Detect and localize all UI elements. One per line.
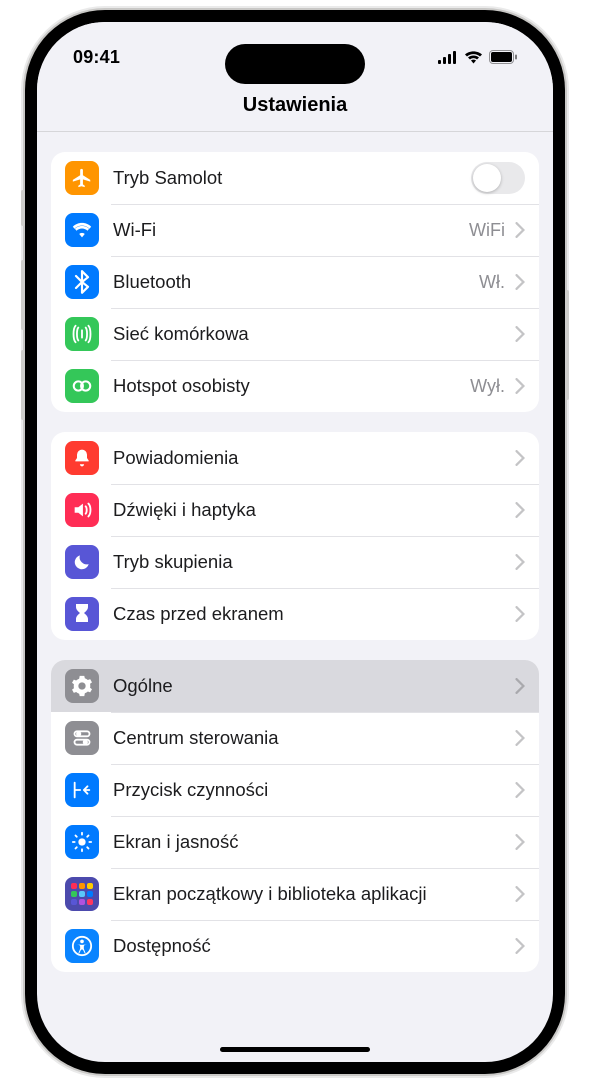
row-label: Bluetooth — [113, 271, 479, 293]
chevron-right-icon — [515, 938, 525, 954]
row-control-center[interactable]: Centrum sterowania — [51, 712, 539, 764]
row-label: Sieć komórkowa — [113, 323, 511, 345]
row-airplane-mode[interactable]: Tryb Samolot — [51, 152, 539, 204]
moon-icon — [65, 545, 99, 579]
speaker-icon — [65, 493, 99, 527]
wifi-icon — [65, 213, 99, 247]
row-label: Ogólne — [113, 675, 511, 697]
hotspot-icon — [65, 369, 99, 403]
chevron-right-icon — [515, 502, 525, 518]
chevron-right-icon — [515, 554, 525, 570]
action-button-icon — [65, 773, 99, 807]
chevron-right-icon — [515, 606, 525, 622]
status-indicators — [438, 50, 517, 64]
section-connectivity: Tryb Samolot Wi-Fi WiFi Bluetooth — [51, 152, 539, 412]
airplane-icon — [65, 161, 99, 195]
wifi-status-icon — [464, 50, 483, 64]
chevron-right-icon — [515, 782, 525, 798]
row-value: Wył. — [470, 376, 505, 397]
battery-icon — [489, 50, 517, 64]
chevron-right-icon — [515, 274, 525, 290]
nav-header: Ustawienia — [37, 84, 553, 132]
cellular-icon — [65, 317, 99, 351]
hourglass-icon — [65, 597, 99, 631]
bell-icon — [65, 441, 99, 475]
power-button — [565, 290, 569, 400]
row-label: Tryb skupienia — [113, 551, 511, 573]
chevron-right-icon — [515, 450, 525, 466]
row-home-screen[interactable]: Ekran początkowy i biblioteka aplikacji — [51, 868, 539, 920]
screen: 09:41 Ustawienia Tryb Samolot — [37, 22, 553, 1062]
chevron-right-icon — [515, 730, 525, 746]
row-label: Ekran początkowy i biblioteka aplikacji — [113, 883, 511, 905]
brightness-icon — [65, 825, 99, 859]
page-title: Ustawienia — [37, 94, 553, 117]
section-attention: Powiadomienia Dźwięki i haptyka Tryb sku… — [51, 432, 539, 640]
row-label: Wi-Fi — [113, 219, 469, 241]
accessibility-icon — [65, 929, 99, 963]
row-label: Dostępność — [113, 935, 511, 957]
row-action-button[interactable]: Przycisk czynności — [51, 764, 539, 816]
row-accessibility[interactable]: Dostępność — [51, 920, 539, 972]
row-general[interactable]: Ogólne — [51, 660, 539, 712]
home-indicator[interactable] — [220, 1047, 370, 1052]
row-display[interactable]: Ekran i jasność — [51, 816, 539, 868]
row-label: Powiadomienia — [113, 447, 511, 469]
row-sounds[interactable]: Dźwięki i haptyka — [51, 484, 539, 536]
row-label: Ekran i jasność — [113, 831, 511, 853]
apps-grid-icon — [65, 877, 99, 911]
row-label: Tryb Samolot — [113, 167, 471, 189]
chevron-right-icon — [515, 222, 525, 238]
row-label: Dźwięki i haptyka — [113, 499, 511, 521]
dynamic-island — [225, 44, 365, 84]
volume-up-button — [21, 260, 25, 330]
device-frame: 09:41 Ustawienia Tryb Samolot — [25, 10, 565, 1074]
mute-switch — [21, 190, 25, 226]
row-wifi[interactable]: Wi-Fi WiFi — [51, 204, 539, 256]
sliders-icon — [65, 721, 99, 755]
chevron-right-icon — [515, 834, 525, 850]
section-general: Ogólne Centrum sterowania Przycisk czynn… — [51, 660, 539, 972]
row-label: Centrum sterowania — [113, 727, 511, 749]
chevron-right-icon — [515, 678, 525, 694]
row-focus[interactable]: Tryb skupienia — [51, 536, 539, 588]
row-screentime[interactable]: Czas przed ekranem — [51, 588, 539, 640]
row-label: Przycisk czynności — [113, 779, 511, 801]
chevron-right-icon — [515, 886, 525, 902]
chevron-right-icon — [515, 326, 525, 342]
status-time: 09:41 — [73, 47, 120, 68]
volume-down-button — [21, 350, 25, 420]
row-label: Czas przed ekranem — [113, 603, 511, 625]
row-cellular[interactable]: Sieć komórkowa — [51, 308, 539, 360]
settings-list[interactable]: Tryb Samolot Wi-Fi WiFi Bluetooth — [37, 132, 553, 1060]
airplane-toggle[interactable] — [471, 162, 525, 194]
chevron-right-icon — [515, 378, 525, 394]
row-hotspot[interactable]: Hotspot osobisty Wył. — [51, 360, 539, 412]
row-value: WiFi — [469, 220, 505, 241]
row-notifications[interactable]: Powiadomienia — [51, 432, 539, 484]
row-bluetooth[interactable]: Bluetooth Wł. — [51, 256, 539, 308]
cellular-signal-icon — [438, 51, 458, 64]
bluetooth-icon — [65, 265, 99, 299]
row-label: Hotspot osobisty — [113, 375, 470, 397]
gear-icon — [65, 669, 99, 703]
row-value: Wł. — [479, 272, 505, 293]
